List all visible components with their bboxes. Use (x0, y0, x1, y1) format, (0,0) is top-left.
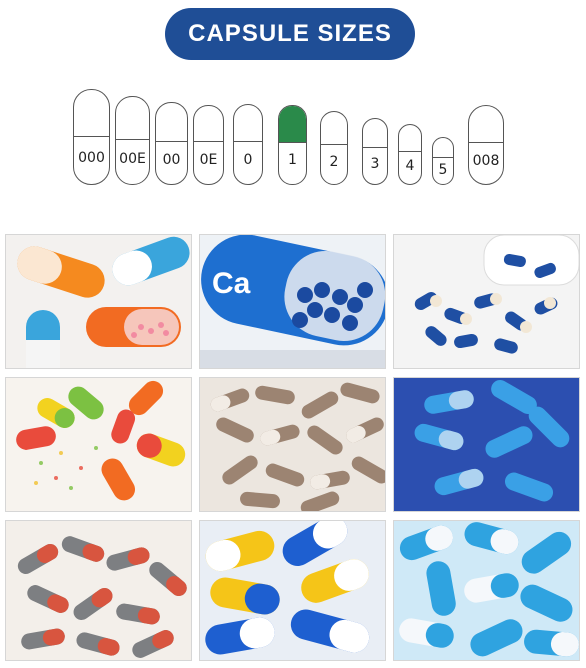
capsule-size-label: 2 (329, 154, 339, 170)
yellow-blue-capsules-photo (199, 520, 386, 661)
capsule-size-00: 00 (155, 102, 188, 185)
capsule-size-label: 5 (438, 162, 448, 178)
orange-blue-capsules-photo (5, 234, 192, 369)
blue-white-bottle-photo (393, 234, 580, 369)
capsule-size-00E: 00E (115, 96, 150, 185)
light-blue-capsules-photo (393, 520, 580, 661)
capsule-text: Ca (212, 267, 251, 300)
capsule-size-000: 000 (73, 89, 110, 185)
capsule-size-label: 00E (119, 151, 146, 167)
capsule-size-0: 0 (233, 104, 263, 185)
capsule-size-0E: 0E (193, 105, 224, 185)
capsule-size-label: 3 (370, 156, 380, 172)
capsule-size-008: 008 (468, 105, 504, 185)
capsule-size-label: 0E (199, 152, 218, 168)
capsule-size-2: 2 (320, 111, 348, 185)
capsule-size-3: 3 (362, 118, 388, 185)
brown-capsules-photo (199, 377, 386, 512)
capsule-size-1: 1 (278, 105, 307, 185)
capsule-size-chart: 000 00E 00 0E 0 1 2 3 4 5 008 (0, 0, 586, 200)
capsule-size-label: 0 (243, 152, 253, 168)
colorful-capsules-photo (5, 377, 192, 512)
capsule-size-label: 000 (78, 150, 105, 166)
blue-clear-capsules-photo (393, 377, 580, 512)
capsule-size-label: 1 (288, 152, 297, 168)
capsule-size-4: 4 (398, 124, 422, 185)
red-gray-capsules-photo (5, 520, 192, 661)
capsule-highlight-cap (279, 106, 306, 142)
capsule-size-label: 00 (162, 152, 181, 168)
capsule-size-5: 5 (432, 137, 454, 185)
capsule-size-label: 008 (472, 153, 500, 169)
calcium-capsule-photo: Ca (199, 234, 386, 369)
capsule-size-label: 4 (405, 158, 415, 174)
